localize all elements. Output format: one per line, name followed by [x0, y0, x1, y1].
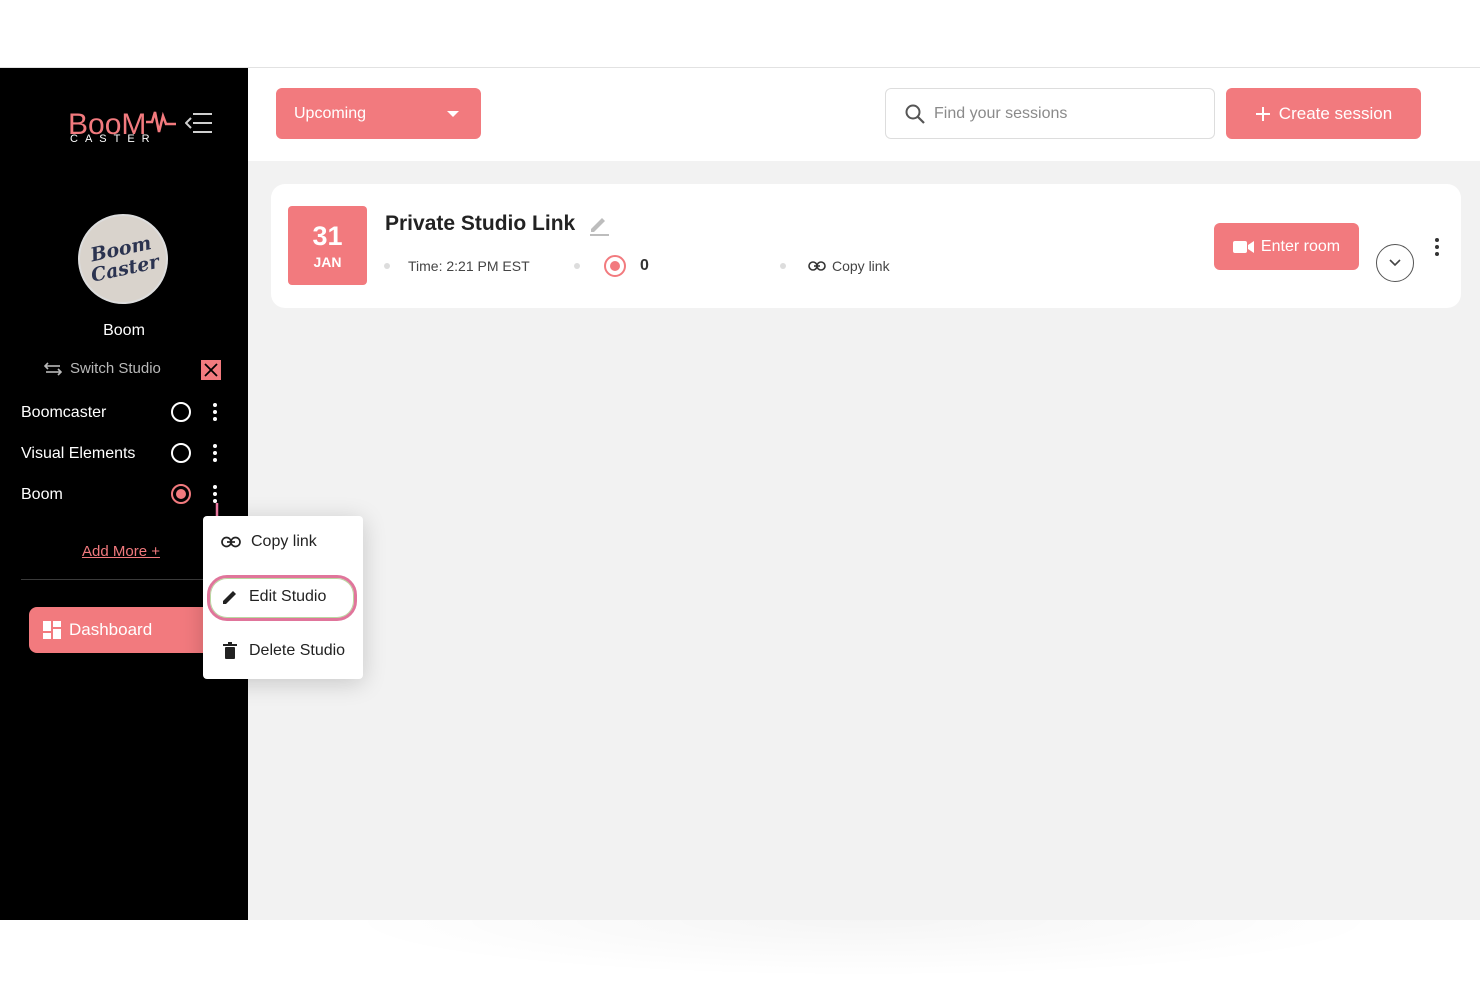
studio-avatar[interactable]: Boom Caster: [78, 214, 168, 304]
menu-item-edit-studio[interactable]: Edit Studio: [221, 583, 326, 611]
trash-icon: [223, 642, 237, 659]
plus-icon: [1255, 106, 1270, 121]
bullet-dot: [384, 263, 390, 269]
edit-pencil-icon[interactable]: [587, 212, 611, 236]
copy-link-button[interactable]: Copy link: [808, 258, 890, 274]
close-switch-button[interactable]: [201, 360, 221, 380]
menu-item-label: Edit Studio: [249, 588, 327, 605]
video-camera-icon: [1232, 240, 1254, 253]
recordings-count: 0: [640, 257, 649, 274]
sidebar-item-dashboard[interactable]: Dashboard: [29, 607, 229, 653]
menu-item-copy-link[interactable]: Copy link: [221, 528, 317, 556]
sidebar-divider: [21, 579, 226, 580]
main-content: Upcoming Create session 31: [248, 68, 1480, 920]
collapse-menu-icon[interactable]: [184, 112, 213, 134]
expand-session-button[interactable]: [1376, 244, 1414, 282]
switch-studio-button[interactable]: Switch Studio: [44, 360, 161, 377]
studio-item-boomcaster[interactable]: Boomcaster: [21, 399, 231, 427]
add-more-link[interactable]: Add More +: [82, 543, 160, 560]
studio-context-menu: Copy link Edit Studio Delete Studio: [203, 516, 363, 679]
studio-item-visual-elements[interactable]: Visual Elements: [21, 440, 231, 468]
create-session-button[interactable]: Create session: [1226, 88, 1421, 139]
caret-down-icon: [447, 111, 459, 117]
dashboard-label: Dashboard: [69, 620, 153, 639]
studio-item-label: Boomcaster: [21, 404, 107, 421]
copy-link-label: Copy link: [832, 258, 890, 274]
top-bar: Upcoming Create session: [248, 68, 1480, 161]
bullet-dot: [780, 263, 786, 269]
session-title-row: Private Studio Link: [385, 212, 611, 236]
switch-studio-label: Switch Studio: [70, 360, 161, 377]
sidebar: BooM CASTER Boom Caster Boom Switch Stud…: [0, 68, 248, 920]
create-session-label: Create session: [1278, 103, 1393, 123]
studio-item-label: Visual Elements: [21, 445, 136, 462]
session-filter-value: Upcoming: [294, 104, 367, 122]
session-time: Time: 2:21 PM EST: [408, 258, 530, 274]
menu-item-label: Delete Studio: [249, 642, 346, 659]
studio-radio[interactable]: [171, 402, 191, 422]
session-month: JAN: [313, 254, 342, 270]
session-filter-select[interactable]: Upcoming: [276, 88, 481, 139]
studio-radio[interactable]: [171, 443, 191, 463]
copy-link-meta: Copy link: [780, 258, 890, 274]
search-icon: [905, 104, 925, 124]
app-window: BooM CASTER Boom Caster Boom Switch Stud…: [0, 67, 1480, 920]
menu-item-delete-studio[interactable]: Delete Studio: [221, 637, 345, 665]
link-icon: [221, 536, 241, 548]
close-icon: [204, 363, 218, 377]
record-icon: [604, 255, 626, 277]
swap-arrows-icon: [44, 361, 62, 376]
search-box[interactable]: [885, 88, 1215, 139]
kebab-menu-icon[interactable]: [213, 403, 219, 423]
session-recordings-meta: 0: [574, 255, 649, 277]
kebab-menu-icon[interactable]: [213, 444, 219, 464]
session-day: 31: [312, 221, 343, 251]
session-more-icon[interactable]: [1435, 238, 1441, 260]
studio-item-boom[interactable]: Boom: [21, 481, 231, 509]
studio-radio-selected[interactable]: [171, 484, 191, 504]
session-time-meta: Time: 2:21 PM EST: [384, 258, 530, 274]
chevron-down-icon: [1389, 259, 1401, 267]
session-title: Private Studio Link: [385, 212, 576, 235]
enter-room-button[interactable]: Enter room: [1214, 223, 1359, 270]
logo-subtitle: CASTER: [70, 133, 157, 145]
session-card: 31 JAN Private Studio Link Time: 2:21 PM…: [271, 184, 1461, 308]
bottom-shadow: [248, 920, 1480, 987]
pencil-icon: [223, 591, 236, 604]
studio-item-label: Boom: [21, 486, 63, 503]
menu-item-label: Copy link: [251, 533, 317, 550]
bullet-dot: [574, 263, 580, 269]
current-studio-name: Boom: [103, 322, 145, 339]
dashboard-icon: [43, 621, 61, 639]
enter-room-label: Enter room: [1260, 237, 1341, 255]
session-date-badge: 31 JAN: [288, 206, 367, 285]
kebab-menu-icon[interactable]: [213, 485, 219, 505]
avatar-logo-text: Boom Caster: [88, 232, 162, 287]
search-input[interactable]: [932, 103, 1196, 124]
link-icon: [808, 261, 826, 271]
